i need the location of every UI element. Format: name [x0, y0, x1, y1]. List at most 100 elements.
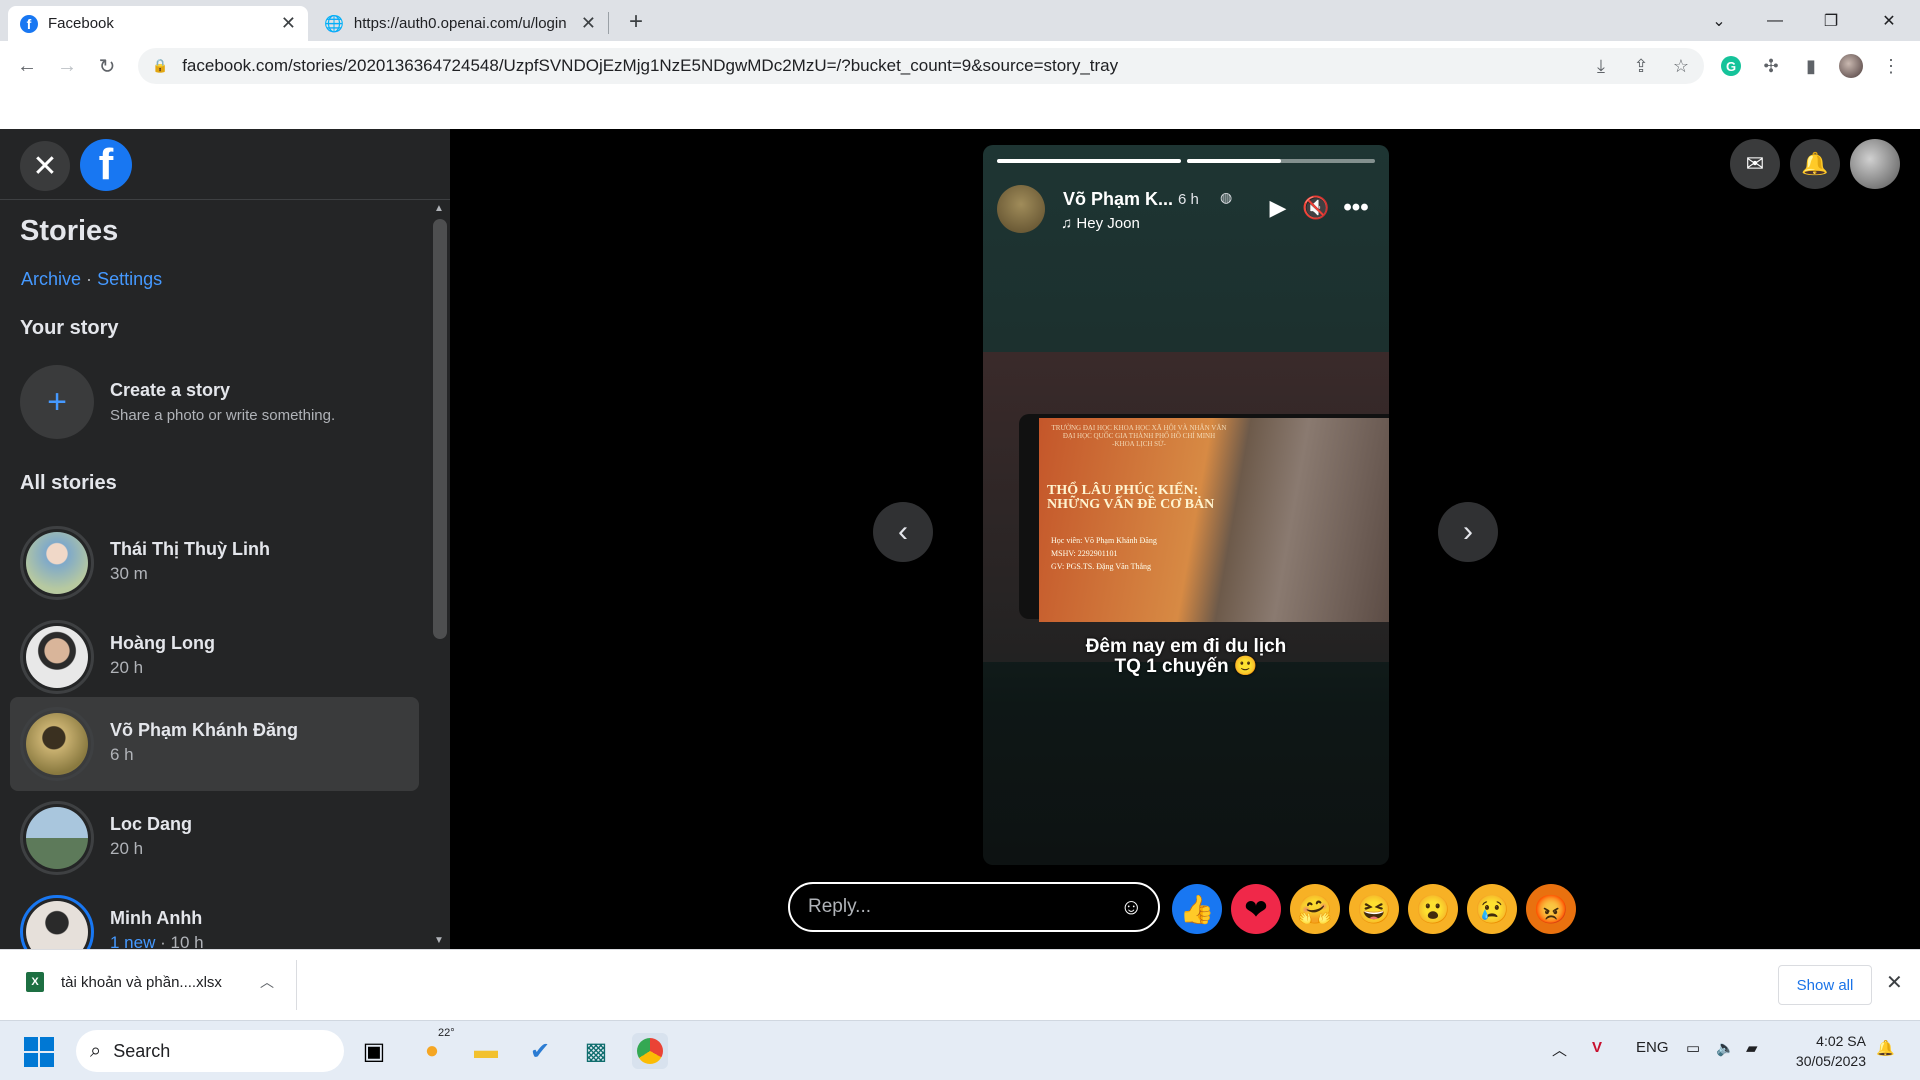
scroll-down-arrow[interactable]: ▼	[434, 935, 444, 946]
app-icon[interactable]: ▩	[578, 1033, 614, 1069]
more-options-icon[interactable]: •••	[1341, 193, 1371, 223]
vietkey-icon[interactable]: V	[1592, 1039, 1602, 1056]
taskbar-search[interactable]: ⌕ Search	[76, 1030, 344, 1072]
taskbar-clock[interactable]: 4:02 SA 30/05/2023	[1780, 1031, 1866, 1071]
scroll-up-arrow[interactable]: ▲	[434, 203, 444, 214]
tab-auth0[interactable]: 🌐 https://auth0.openai.com/u/login ✕	[312, 6, 608, 41]
story-list-item[interactable]: Thái Thị Thuỳ Linh 30 m	[10, 516, 419, 610]
notification-bell-icon[interactable]: 🔔	[1876, 1039, 1895, 1057]
reload-button[interactable]: ↻	[92, 51, 122, 81]
messenger-button[interactable]: ✉	[1730, 139, 1780, 189]
side-panel-icon[interactable]: ▮	[1796, 51, 1826, 81]
story-list-item-active[interactable]: Võ Phạm Khánh Đăng 6 h	[10, 697, 419, 791]
tray-overflow-chevron[interactable]: ︿	[1552, 1039, 1567, 1060]
windows-start-icon[interactable]	[24, 1037, 54, 1067]
progress-bar-complete	[997, 159, 1181, 163]
slide-title-line: THỔ LÂU PHÚC KIẾN:	[1047, 483, 1199, 498]
sidebar-divider	[0, 199, 450, 200]
story-card[interactable]: Võ Phạm K... 6 h ◍ ♫ Hey Joon ▶ 🔇 ••• TR…	[983, 145, 1389, 865]
mute-icon[interactable]: 🔇	[1301, 193, 1331, 223]
slide-meta-line: MSHV: 2292901101	[1051, 549, 1118, 558]
archive-link[interactable]: Archive	[21, 269, 81, 289]
volume-icon[interactable]: 🔈	[1716, 1039, 1735, 1057]
presentation-slide: TRƯỜNG ĐẠI HỌC KHOA HỌC XÃ HỘI VÀ NHÂN V…	[1039, 418, 1389, 622]
next-story-button[interactable]: ›	[1438, 502, 1498, 562]
search-label: Search	[113, 1040, 171, 1061]
story-music[interactable]: ♫ Hey Joon	[1061, 215, 1140, 232]
story-list-item[interactable]: Hoàng Long 20 h	[10, 610, 419, 704]
reaction-haha[interactable]: 😆	[1349, 884, 1399, 934]
task-view-icon[interactable]: ▣	[356, 1033, 392, 1069]
create-story-title[interactable]: Create a story	[110, 380, 230, 401]
new-tab-button[interactable]: +	[622, 8, 650, 36]
avatar-ring	[20, 707, 94, 781]
download-filename[interactable]: tài khoản và phần....xlsx	[61, 974, 222, 991]
bookmark-star-icon[interactable]: ☆	[1666, 51, 1696, 81]
sticker-icon[interactable]: ☺	[1120, 894, 1142, 920]
file-explorer-icon[interactable]: ▬	[468, 1033, 504, 1069]
play-icon[interactable]: ▶	[1263, 193, 1293, 223]
story-list-item[interactable]: Minh Anhh 1 new · 10 h	[10, 885, 419, 949]
reaction-care[interactable]: 🤗	[1290, 884, 1340, 934]
facebook-logo[interactable]: f	[80, 139, 132, 191]
facebook-icon: f	[20, 14, 38, 33]
tab-search-button[interactable]: ⌄	[1696, 6, 1742, 36]
back-button[interactable]: ←	[12, 51, 42, 81]
weather-sun-icon: ●	[424, 1037, 440, 1064]
sad-icon: 😢	[1474, 893, 1510, 925]
grammarly-icon[interactable]: G	[1716, 51, 1746, 81]
page-title: Stories	[20, 215, 119, 247]
install-icon[interactable]: ⤓	[1586, 51, 1616, 81]
language-indicator[interactable]: ENG	[1636, 1039, 1669, 1056]
minimize-button[interactable]: —	[1752, 6, 1798, 36]
reaction-wow[interactable]: 😮	[1408, 884, 1458, 934]
reaction-sad[interactable]: 😢	[1467, 884, 1517, 934]
lock-icon: 🔒	[152, 58, 169, 73]
avatar-ring-new	[20, 895, 94, 949]
story-list-item[interactable]: Loc Dang 20 h	[10, 791, 419, 885]
story-author-name: Võ Phạm Khánh Đăng	[110, 720, 299, 740]
close-stories-button[interactable]: ✕	[20, 141, 70, 191]
story-author-avatar[interactable]	[997, 185, 1045, 233]
close-tab-icon[interactable]: ✕	[281, 13, 296, 34]
story-author-name: Minh Anhh	[110, 908, 203, 928]
reply-input[interactable]: Reply... ☺	[788, 882, 1160, 932]
menu-kebab-icon[interactable]: ⋮	[1876, 51, 1906, 81]
avatar	[26, 532, 88, 594]
network-icon[interactable]: ▭	[1686, 1039, 1700, 1057]
reaction-love[interactable]: ❤	[1231, 884, 1281, 934]
forward-button[interactable]: →	[52, 51, 82, 81]
haha-icon: 😆	[1356, 893, 1392, 925]
extensions-puzzle-icon[interactable]: ✣	[1756, 51, 1786, 81]
tab-facebook[interactable]: f Facebook ✕	[8, 6, 308, 41]
previous-story-button[interactable]: ‹	[873, 502, 933, 562]
globe-icon: 🌐	[324, 15, 344, 33]
weather-temperature: 22°	[438, 1027, 455, 1039]
settings-link[interactable]: Settings	[97, 269, 162, 289]
show-all-downloads-button[interactable]: Show all	[1778, 965, 1872, 1005]
chevron-up-icon[interactable]: ︿	[260, 972, 274, 992]
slide-title: THỔ LÂU PHÚC KIẾN: NHỮNG VẤN ĐỀ CƠ BẢN	[1047, 484, 1214, 512]
address-bar[interactable]: 🔒 facebook.com/stories/2020136364724548/…	[138, 48, 1704, 84]
notifications-button[interactable]: 🔔	[1790, 139, 1840, 189]
share-icon[interactable]: ⇪	[1626, 51, 1656, 81]
account-avatar[interactable]	[1850, 139, 1900, 189]
weather-widget[interactable]: ● 22°	[414, 1027, 455, 1069]
story-author-name[interactable]: Võ Phạm K...	[1063, 189, 1173, 210]
wow-icon: 😮	[1415, 893, 1451, 925]
story-author-name: Thái Thị Thuỳ Linh	[110, 539, 270, 559]
reaction-like[interactable]: 👍	[1172, 884, 1222, 934]
window-close-button[interactable]: ✕	[1866, 6, 1912, 36]
scrollbar-thumb[interactable]	[433, 219, 447, 639]
close-download-bar-icon[interactable]: ✕	[1886, 970, 1903, 995]
reaction-angry[interactable]: 😡	[1526, 884, 1576, 934]
close-tab-icon[interactable]: ✕	[581, 13, 596, 34]
browser-toolbar: ← → ↻ 🔒 facebook.com/stories/20201363647…	[0, 41, 1920, 91]
create-story-button[interactable]: +	[20, 365, 94, 439]
profile-avatar[interactable]	[1836, 51, 1866, 81]
restore-button[interactable]: ❐	[1808, 6, 1854, 36]
chrome-icon[interactable]	[632, 1033, 668, 1069]
story-viewer: Võ Phạm K... 6 h ◍ ♫ Hey Joon ▶ 🔇 ••• TR…	[450, 129, 1920, 949]
todo-app-icon[interactable]: ✔	[522, 1033, 558, 1069]
battery-icon[interactable]: ▰	[1746, 1039, 1758, 1057]
